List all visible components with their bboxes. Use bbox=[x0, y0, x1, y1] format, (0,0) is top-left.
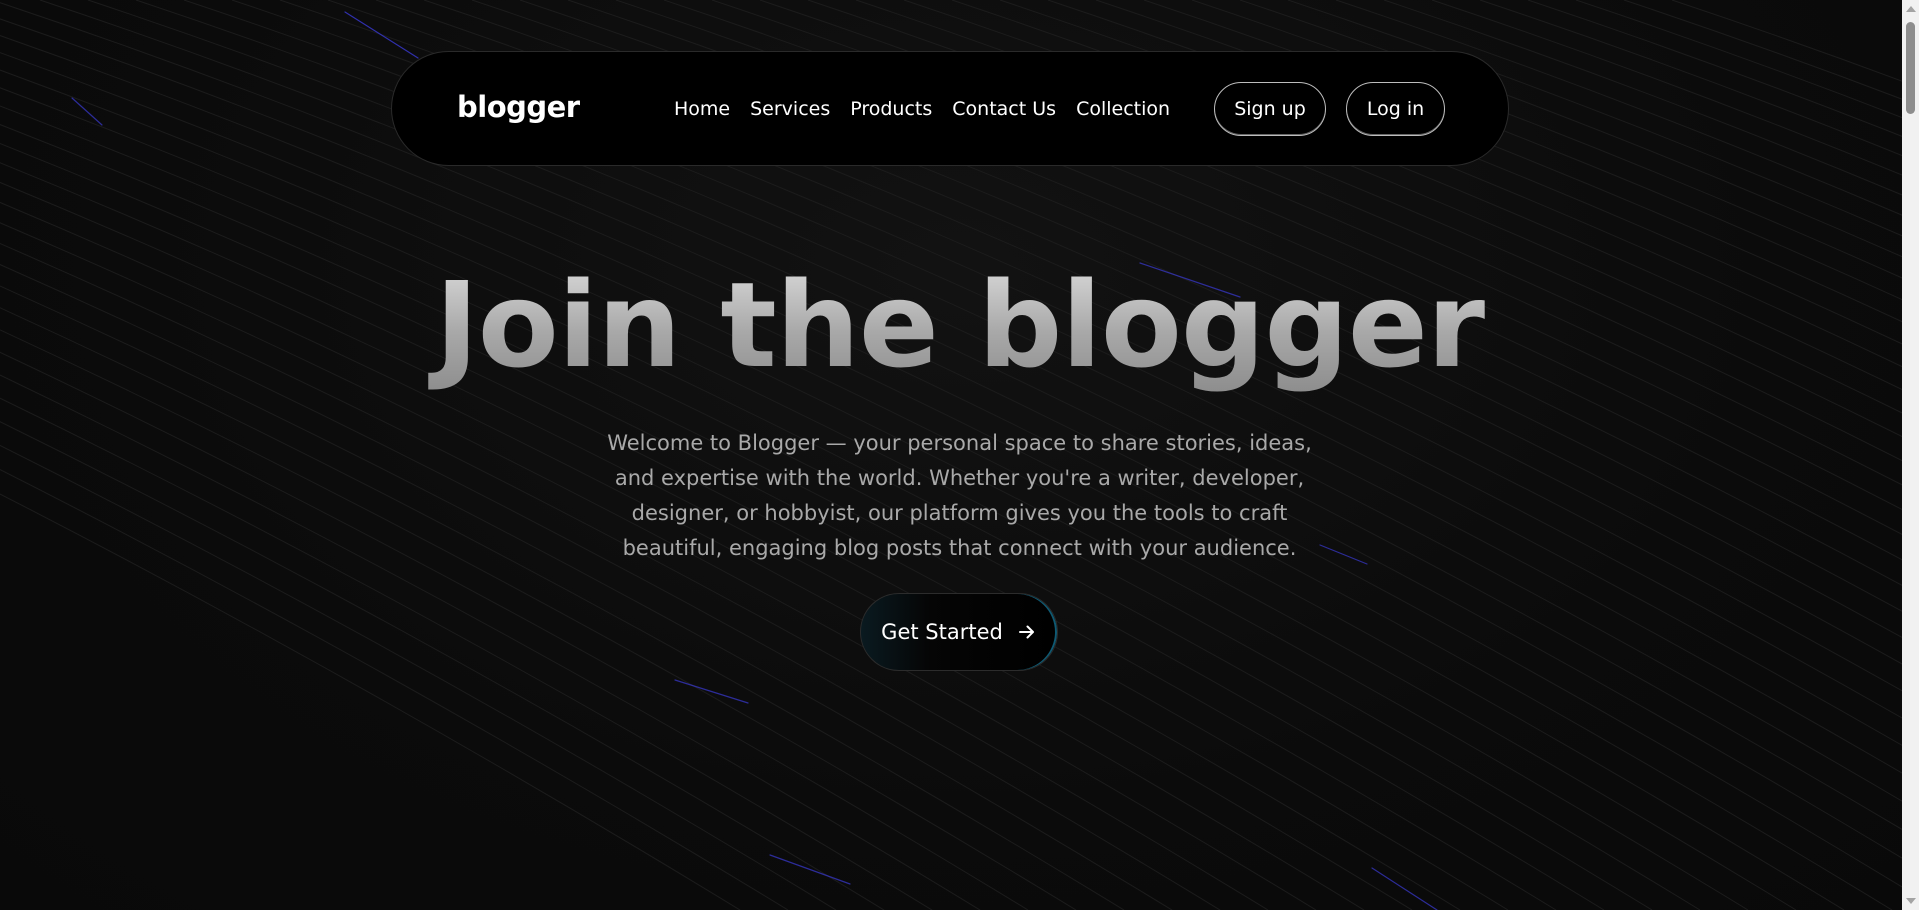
background-line bbox=[1527, 0, 1919, 144]
nav-link-services[interactable]: Services bbox=[750, 98, 830, 120]
get-started-label: Get Started bbox=[881, 620, 1003, 644]
vertical-scrollbar[interactable] bbox=[1902, 0, 1919, 910]
login-button[interactable]: Log in bbox=[1346, 82, 1445, 136]
nav-link-contact-us[interactable]: Contact Us bbox=[952, 98, 1056, 120]
get-started-button[interactable]: Get Started bbox=[860, 593, 1058, 671]
nav-link-home[interactable]: Home bbox=[674, 98, 730, 120]
navbar: blogger Home Services Products Contact U… bbox=[391, 51, 1509, 166]
scroll-down-arrow-icon[interactable] bbox=[1906, 898, 1916, 904]
background-line bbox=[1431, 0, 1919, 183]
hero-title: Join the blogger bbox=[0, 250, 1919, 400]
logo[interactable]: blogger bbox=[457, 90, 580, 124]
nav-links: Home Services Products Contact Us Collec… bbox=[674, 98, 1170, 120]
nav-link-products[interactable]: Products bbox=[850, 98, 932, 120]
signup-button[interactable]: Sign up bbox=[1214, 82, 1326, 136]
scrollbar-thumb[interactable] bbox=[1906, 22, 1915, 114]
nav-link-collection[interactable]: Collection bbox=[1076, 98, 1170, 120]
hero-description: Welcome to Blogger — your personal space… bbox=[607, 431, 1312, 560]
arrow-right-icon bbox=[1018, 625, 1034, 639]
scroll-up-arrow-icon[interactable] bbox=[1906, 6, 1916, 12]
background-line bbox=[1623, 0, 1919, 107]
page: blogger Home Services Products Contact U… bbox=[0, 0, 1919, 910]
